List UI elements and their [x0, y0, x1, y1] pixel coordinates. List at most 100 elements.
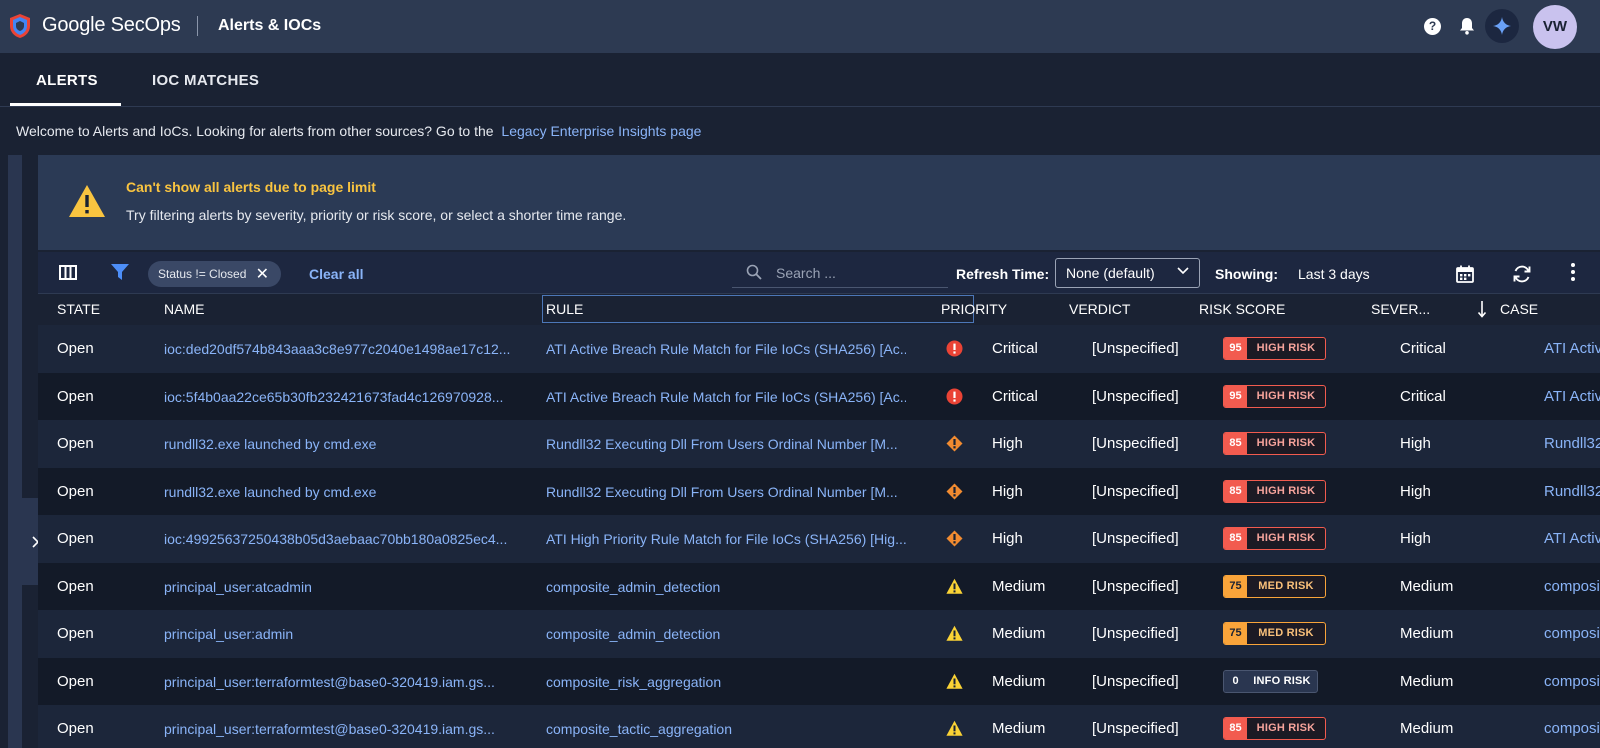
time-range-value[interactable]: Last 3 days [1298, 266, 1370, 282]
notifications-bell-icon[interactable] [1459, 17, 1475, 35]
table-row[interactable]: Open ioc:49925637250438b05d3aebaac70bb180… [38, 515, 1600, 563]
cell-severity: Critical [1400, 340, 1446, 357]
cell-name-link[interactable]: principal_user:atcadmin [164, 579, 514, 595]
cell-case-link[interactable]: composite_ [1544, 625, 1600, 642]
column-header-state[interactable]: STATE [57, 301, 100, 317]
cell-case-link[interactable]: ATI Active B [1544, 388, 1600, 405]
welcome-message: Welcome to Alerts and IoCs. Looking for … [16, 123, 701, 139]
risk-score-value: 75 [1224, 623, 1247, 644]
cell-case-link[interactable]: ATI Active B [1544, 340, 1600, 357]
column-header-case[interactable]: CASE [1500, 301, 1538, 317]
cell-verdict: [Unspecified] [1092, 672, 1179, 690]
table-row[interactable]: Open principal_user:terraformtest@base0-3… [38, 657, 1600, 706]
cell-case-link[interactable]: composite_ [1544, 578, 1600, 595]
side-panel-rail [8, 155, 22, 748]
column-header-rule[interactable]: RULE [546, 301, 583, 317]
calendar-icon[interactable] [1456, 265, 1474, 283]
table-row[interactable]: Open rundll32.exe launched by cmd.exe Rund… [38, 467, 1600, 516]
cell-name-link[interactable]: principal_user:terraformtest@base0-32041… [164, 674, 514, 690]
cell-case-link[interactable]: ATI Active B [1544, 530, 1600, 547]
risk-score-badge: 95 HIGH RISK [1223, 337, 1326, 360]
cell-severity: High [1400, 530, 1431, 547]
column-header-verdict[interactable]: VERDICT [1069, 301, 1130, 317]
help-icon[interactable]: ? [1424, 18, 1441, 35]
cell-rule-link[interactable]: Rundll32 Executing Dll From Users Ordina… [546, 436, 906, 452]
search-input[interactable]: Search ... [732, 256, 948, 288]
critical-priority-icon [946, 388, 963, 405]
cell-state: Open [57, 577, 94, 595]
cell-rule-link[interactable]: ATI High Priority Rule Match for File Io… [546, 531, 906, 547]
warning-icon [69, 185, 105, 217]
table-toolbar: Status != Closed ✕ Clear all Search ... … [38, 252, 1600, 294]
cell-state: Open [57, 720, 94, 737]
risk-score-badge: 85 HIGH RISK [1223, 479, 1326, 503]
filter-chip-label: Status != Closed [158, 267, 247, 281]
cell-name-link[interactable]: principal_user:admin [164, 626, 514, 642]
cell-severity: Medium [1400, 577, 1454, 595]
medium-priority-icon [946, 578, 963, 595]
gemini-assistant-button[interactable] [1485, 9, 1519, 43]
status-filter-chip[interactable]: Status != Closed ✕ [148, 261, 281, 287]
header-divider [197, 16, 198, 36]
risk-level-label: INFO RISK [1253, 674, 1311, 687]
cell-case-link[interactable]: Rundll32 Ex [1544, 435, 1600, 452]
column-header-severity[interactable]: SEVER... [1371, 301, 1430, 317]
cell-rule-link[interactable]: Rundll32 Executing Dll From Users Ordina… [546, 484, 906, 500]
table-row[interactable]: Open ioc:ded20df574b843aaa3c8e977c2040e14… [38, 325, 1600, 373]
cell-rule-link[interactable]: composite_admin_detection [546, 579, 906, 595]
tab-ioc-matches[interactable]: IOC MATCHES [152, 72, 259, 89]
cell-name-link[interactable]: principal_user:terraformtest@base0-32041… [164, 721, 514, 737]
remove-filter-icon[interactable]: ✕ [256, 264, 269, 284]
cell-state: Open [57, 387, 94, 405]
column-header-focus-outline [542, 295, 974, 323]
user-avatar[interactable]: VW [1533, 5, 1577, 49]
more-options-icon[interactable] [1571, 262, 1575, 282]
sort-descending-icon[interactable] [1477, 300, 1487, 318]
cell-name-link[interactable]: ioc:49925637250438b05d3aebaac70bb180a082… [164, 531, 514, 547]
filter-icon[interactable] [111, 264, 129, 281]
cell-case-link[interactable]: composite_ [1544, 720, 1600, 737]
cell-rule-link[interactable]: ATI Active Breach Rule Match for File Io… [546, 341, 906, 357]
cell-rule-link[interactable]: composite_admin_detection [546, 626, 906, 642]
column-header-name[interactable]: NAME [164, 301, 204, 317]
columns-icon[interactable] [59, 265, 77, 280]
table-row[interactable]: Open principal_user:atcadmin composite_adm… [38, 562, 1600, 611]
search-placeholder: Search ... [776, 265, 836, 281]
cell-rule-link[interactable]: composite_tactic_aggregation [546, 721, 906, 737]
risk-level-label: HIGH RISK [1256, 484, 1316, 497]
risk-score-badge: 85 HIGH RISK [1223, 717, 1326, 740]
cell-verdict: [Unspecified] [1092, 625, 1179, 642]
risk-score-badge: 85 HIGH RISK [1223, 432, 1326, 455]
cell-state: Open [57, 672, 94, 690]
risk-level-label: MED RISK [1258, 627, 1314, 639]
cell-name-link[interactable]: rundll32.exe launched by cmd.exe [164, 436, 514, 452]
cell-case-link[interactable]: composite_ [1544, 673, 1600, 690]
risk-level-label: HIGH RISK [1256, 342, 1316, 354]
refresh-icon[interactable] [1512, 264, 1532, 284]
refresh-time-select[interactable]: None (default) [1055, 258, 1200, 288]
cell-rule-link[interactable]: ATI Active Breach Rule Match for File Io… [546, 389, 906, 405]
cell-verdict: [Unspecified] [1092, 482, 1179, 500]
legacy-insights-link[interactable]: Legacy Enterprise Insights page [501, 123, 701, 139]
table-row[interactable]: Open principal_user:terraformtest@base0-3… [38, 705, 1600, 748]
table-row[interactable]: Open rundll32.exe launched by cmd.exe Rund… [38, 420, 1600, 468]
cell-name-link[interactable]: ioc:ded20df574b843aaa3c8e977c2040e1498ae… [164, 341, 514, 357]
risk-score-value: 85 [1224, 480, 1247, 502]
high-priority-icon [946, 483, 963, 500]
cell-case-link[interactable]: Rundll32 Ex [1544, 483, 1600, 500]
column-header-risk-score[interactable]: RISK SCORE [1199, 301, 1285, 317]
risk-score-value: 85 [1224, 718, 1247, 739]
tab-alerts[interactable]: ALERTS [36, 72, 98, 89]
medium-priority-icon [946, 720, 963, 737]
risk-score-badge: 85 HIGH RISK [1223, 527, 1326, 550]
page-limit-warning-banner: Can't show all alerts due to page limit … [38, 155, 1600, 250]
table-row[interactable]: Open principal_user:admin composite_admin_… [38, 610, 1600, 658]
welcome-text: Welcome to Alerts and IoCs. Looking for … [16, 123, 494, 139]
brand-name[interactable]: Google SecOps [42, 14, 181, 37]
cell-name-link[interactable]: ioc:5f4b0aa22ce65b30fb232421673fad4c1269… [164, 389, 514, 405]
cell-name-link[interactable]: rundll32.exe launched by cmd.exe [164, 484, 514, 500]
column-header-priority[interactable]: PRIORITY [941, 301, 1007, 317]
cell-rule-link[interactable]: composite_risk_aggregation [546, 674, 906, 690]
table-row[interactable]: Open ioc:5f4b0aa22ce65b30fb232421673fad4c… [38, 372, 1600, 421]
clear-all-button[interactable]: Clear all [309, 266, 363, 282]
